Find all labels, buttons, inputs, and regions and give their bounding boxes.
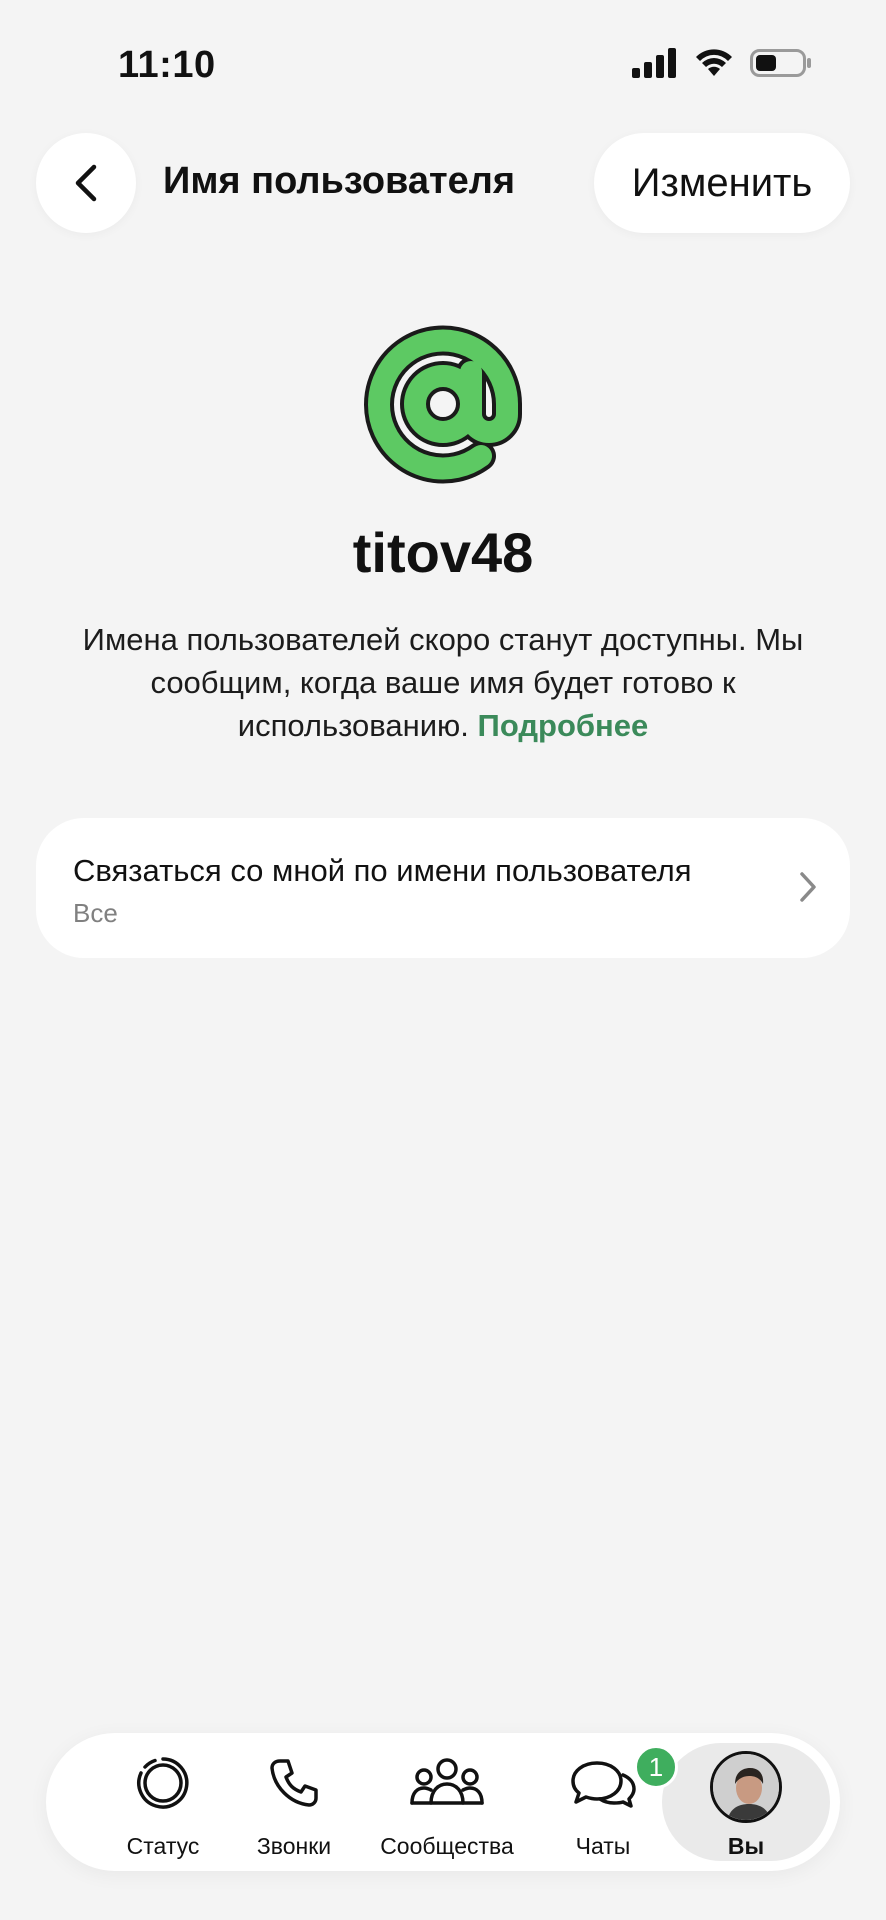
- communities-icon: [410, 1758, 484, 1805]
- at-sign-icon: [364, 325, 522, 484]
- tab-communities[interactable]: Сообщества: [362, 1733, 532, 1871]
- tab-calls-label: Звонки: [256, 1833, 332, 1859]
- learn-more-link[interactable]: Подробнее: [478, 708, 649, 743]
- tab-status[interactable]: Статус: [98, 1733, 228, 1871]
- wifi-icon: [696, 49, 732, 76]
- page-title: Имя пользователя: [163, 160, 516, 202]
- avatar: [710, 1751, 782, 1823]
- chats-unread-badge: 1: [634, 1745, 678, 1789]
- chats-icon: [571, 1761, 636, 1808]
- chevron-left-icon: [75, 164, 97, 202]
- username-text: titov48: [352, 521, 534, 584]
- setting-value: Все: [73, 898, 118, 928]
- status-icons: [632, 48, 812, 78]
- tab-you-label: Вы: [727, 1833, 765, 1859]
- bottom-tab-bar: Статус Звонки Сообщества Чаты Вы: [46, 1733, 840, 1871]
- chevron-right-icon: [800, 872, 816, 902]
- contact-by-username-setting[interactable]: Связаться со мной по имени пользователя …: [36, 818, 850, 958]
- username-settings-screen: 11:10 Имя пользователя Изменить titov48 …: [0, 0, 886, 1920]
- setting-title: Связаться со мной по имени пользователя: [73, 853, 692, 888]
- avatar-image: [713, 1754, 779, 1820]
- tab-you[interactable]: Вы: [662, 1743, 830, 1861]
- cellular-signal-icon: [632, 48, 676, 78]
- battery-icon: [750, 49, 811, 77]
- back-button[interactable]: [36, 133, 136, 233]
- edit-button[interactable]: Изменить: [594, 133, 850, 233]
- status-icon: [137, 1757, 189, 1809]
- description-text: Имена пользователей скоро станут доступн…: [82, 622, 804, 743]
- phone-icon: [270, 1759, 318, 1807]
- status-time: 11:10: [118, 44, 216, 86]
- tab-chats-label: Чаты: [575, 1833, 631, 1859]
- tab-status-label: Статус: [126, 1833, 200, 1859]
- tab-calls[interactable]: Звонки: [229, 1733, 359, 1871]
- username-description: Имена пользователей скоро станут доступн…: [50, 618, 836, 747]
- status-bar: 11:10: [0, 0, 886, 130]
- tab-communities-label: Сообщества: [380, 1833, 514, 1859]
